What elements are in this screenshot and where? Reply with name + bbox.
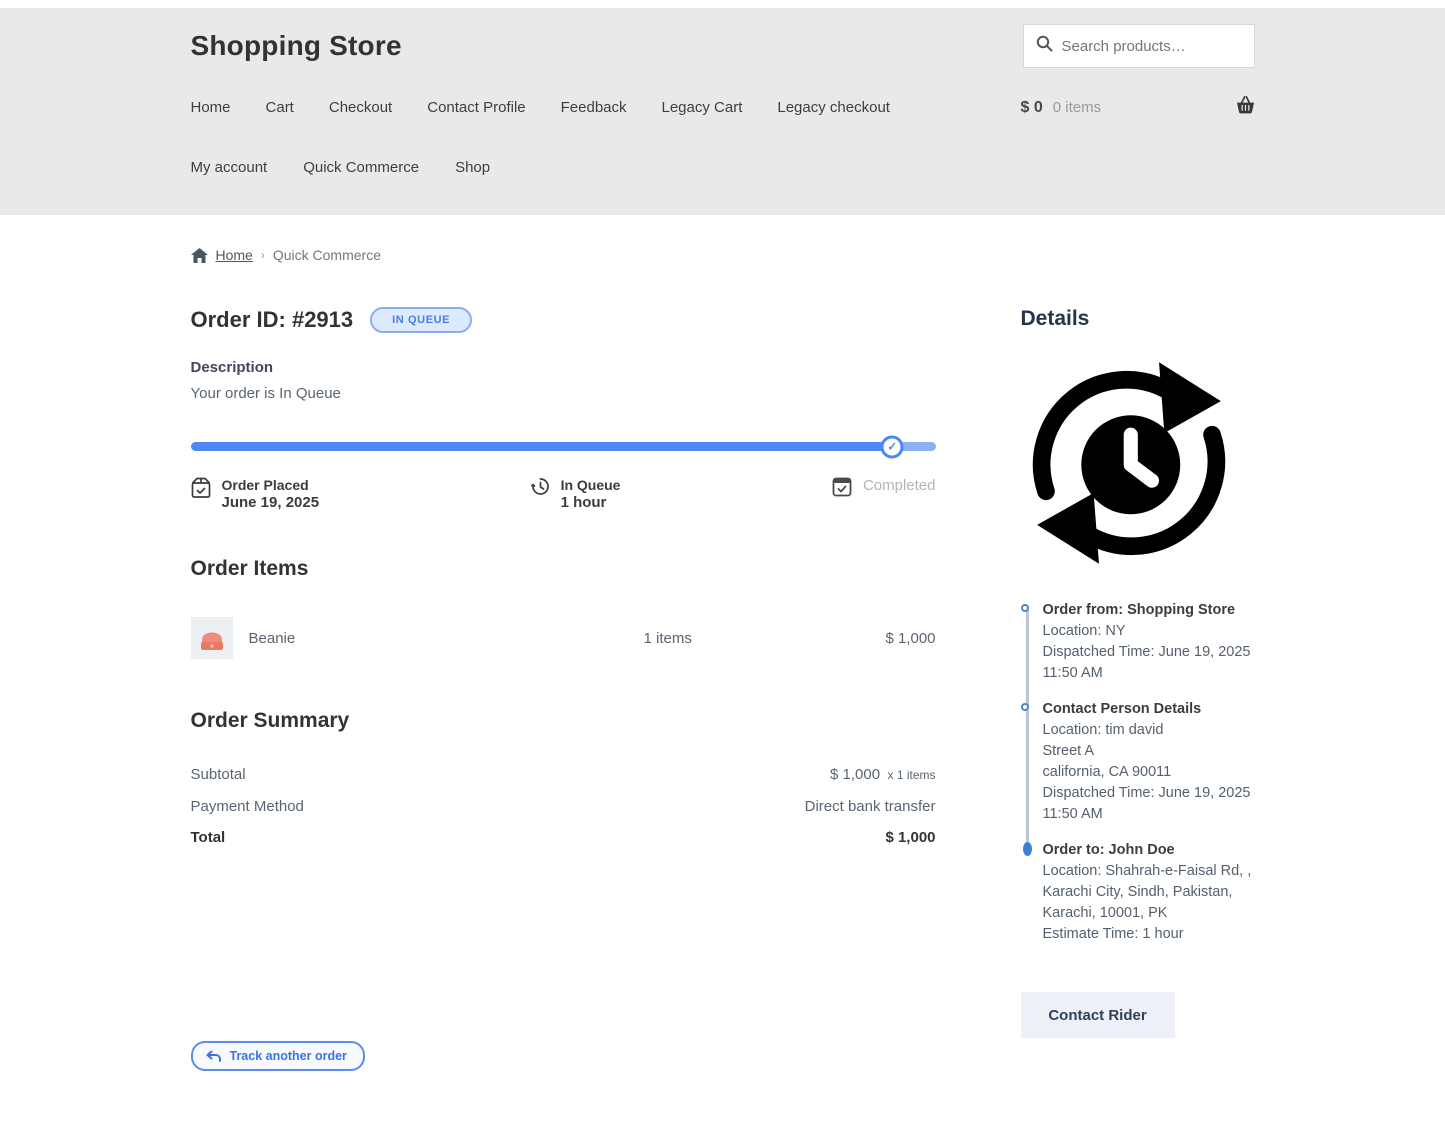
search-icon (1036, 35, 1053, 57)
secondary-nav: My account Quick Commerce Shop (191, 159, 1255, 176)
step-order-placed: Order Placed June 19, 2025 (191, 476, 320, 511)
page: Shopping Store Home Cart Checkout Contac… (0, 0, 1445, 1141)
timeline-line-text: Karachi, 10001, PK (1043, 903, 1255, 924)
nav-item-contact-profile[interactable]: Contact Profile (427, 99, 525, 116)
progress-fill (191, 442, 893, 451)
nav-item-my-account[interactable]: My account (191, 159, 268, 176)
timeline-title: Order from: Shopping Store (1043, 600, 1255, 621)
timeline-bullet-icon (1021, 604, 1029, 612)
summary-value: $ 1,000 (830, 766, 880, 783)
search-box[interactable] (1023, 24, 1255, 68)
step-label: Completed (863, 476, 936, 496)
timeline-line-text: Dispatched Time: June 19, 2025 (1043, 642, 1255, 663)
details-panel: Details Order from: Shopping Store (1021, 307, 1255, 1071)
progress-steps: Order Placed June 19, 2025 In Queue 1 ho… (191, 476, 936, 511)
timeline-line-text: california, CA 90011 (1043, 762, 1255, 783)
breadcrumb: Home › Quick Commerce (191, 215, 1255, 263)
summary-row-payment-method: Payment Method Direct bank transfer (191, 791, 936, 822)
timeline-entry-destination: Order to: John Doe Location: Shahrah-e-F… (1021, 840, 1255, 945)
timeline-line-text: 11:50 AM (1043, 804, 1255, 825)
summary-suffix: x 1 items (887, 768, 935, 782)
top-strip (0, 0, 1445, 8)
timeline-bullet-icon (1021, 703, 1029, 711)
description-label: Description (191, 359, 936, 376)
timeline-line-text: Street A (1043, 741, 1255, 762)
track-another-order-button[interactable]: Track another order (191, 1041, 365, 1071)
description-text: Your order is In Queue (191, 385, 936, 402)
step-label: Order Placed (222, 476, 320, 494)
details-heading: Details (1021, 307, 1255, 331)
basket-icon[interactable] (1236, 96, 1255, 119)
return-arrow-icon (206, 1050, 221, 1063)
nav-item-cart[interactable]: Cart (266, 99, 294, 116)
header-cart-info[interactable]: $ 0 0 items (1021, 96, 1255, 119)
summary-value: Direct bank transfer (805, 798, 936, 815)
order-id-title: Order ID: #2913 (191, 307, 354, 333)
timeline-bullet-filled-icon (1023, 842, 1032, 856)
breadcrumb-home-link[interactable]: Home (216, 247, 253, 263)
processing-clock-icon (1023, 357, 1255, 574)
timeline-title: Order to: John Doe (1043, 840, 1255, 861)
nav-item-legacy-cart[interactable]: Legacy Cart (662, 99, 743, 116)
step-value: 1 hour (561, 494, 621, 511)
step-completed: Completed (832, 476, 936, 511)
search-input[interactable] (1062, 38, 1242, 55)
nav-item-quick-commerce[interactable]: Quick Commerce (303, 159, 419, 176)
timeline-line-text: Estimate Time: 1 hour (1043, 924, 1255, 945)
timeline-title: Contact Person Details (1043, 699, 1255, 720)
clock-history-icon (531, 477, 550, 496)
cart-total: $ 0 (1021, 99, 1043, 117)
timeline-line-text: Karachi City, Sindh, Pakistan, (1043, 882, 1255, 903)
item-price: $ 1,000 (885, 630, 935, 647)
contact-rider-button[interactable]: Contact Rider (1021, 992, 1175, 1038)
item-quantity: 1 items (644, 630, 886, 647)
step-label: In Queue (561, 476, 621, 494)
calendar-check-icon (832, 477, 852, 497)
summary-row-total: Total $ 1,000 (191, 822, 936, 853)
nav-item-shop[interactable]: Shop (455, 159, 490, 176)
summary-row-subtotal: Subtotal $ 1,000 x 1 items (191, 759, 936, 791)
beanie-image (199, 624, 225, 652)
timeline-line-text: Location: NY (1043, 621, 1255, 642)
breadcrumb-separator: › (261, 248, 265, 262)
product-thumbnail (191, 617, 233, 659)
timeline-line-text: 11:50 AM (1043, 663, 1255, 684)
order-item-row: Beanie 1 items $ 1,000 (191, 617, 936, 659)
order-summary-heading: Order Summary (191, 709, 936, 733)
summary-label: Total (191, 829, 226, 846)
primary-nav: Home Cart Checkout Contact Profile Feedb… (191, 99, 890, 116)
timeline-entry-origin: Order from: Shopping Store Location: NY … (1021, 600, 1255, 684)
home-icon (191, 248, 208, 263)
order-status-badge: IN QUEUE (370, 307, 472, 333)
nav-item-home[interactable]: Home (191, 99, 231, 116)
summary-label: Payment Method (191, 798, 304, 815)
timeline-line-text: Dispatched Time: June 19, 2025 (1043, 783, 1255, 804)
progress-marker-check-icon: ✓ (881, 435, 904, 458)
order-items-heading: Order Items (191, 557, 936, 581)
breadcrumb-current: Quick Commerce (273, 247, 381, 263)
summary-value: $ 1,000 (885, 829, 935, 846)
cart-count: 0 items (1053, 99, 1101, 116)
delivery-timeline: Order from: Shopping Store Location: NY … (1021, 600, 1255, 945)
package-check-icon (191, 477, 211, 499)
nav-item-feedback[interactable]: Feedback (561, 99, 627, 116)
item-name: Beanie (249, 630, 644, 647)
timeline-line-text: Location: Shahrah-e-Faisal Rd, , (1043, 861, 1255, 882)
timeline-line-text: Location: tim david (1043, 720, 1255, 741)
order-tracking-panel: Order ID: #2913 IN QUEUE Description You… (191, 307, 936, 1071)
nav-item-checkout[interactable]: Checkout (329, 99, 392, 116)
site-title: Shopping Store (191, 30, 402, 62)
header: Shopping Store Home Cart Checkout Contac… (0, 8, 1445, 215)
nav-item-legacy-checkout[interactable]: Legacy checkout (777, 99, 890, 116)
order-progress-bar: ✓ (191, 442, 936, 451)
order-summary-table: Subtotal $ 1,000 x 1 items Payment Metho… (191, 759, 936, 853)
summary-label: Subtotal (191, 766, 246, 783)
step-value: June 19, 2025 (222, 494, 320, 511)
track-another-order-label: Track another order (230, 1049, 347, 1063)
step-in-queue: In Queue 1 hour (531, 476, 621, 511)
timeline-entry-contact-person: Contact Person Details Location: tim dav… (1021, 699, 1255, 825)
